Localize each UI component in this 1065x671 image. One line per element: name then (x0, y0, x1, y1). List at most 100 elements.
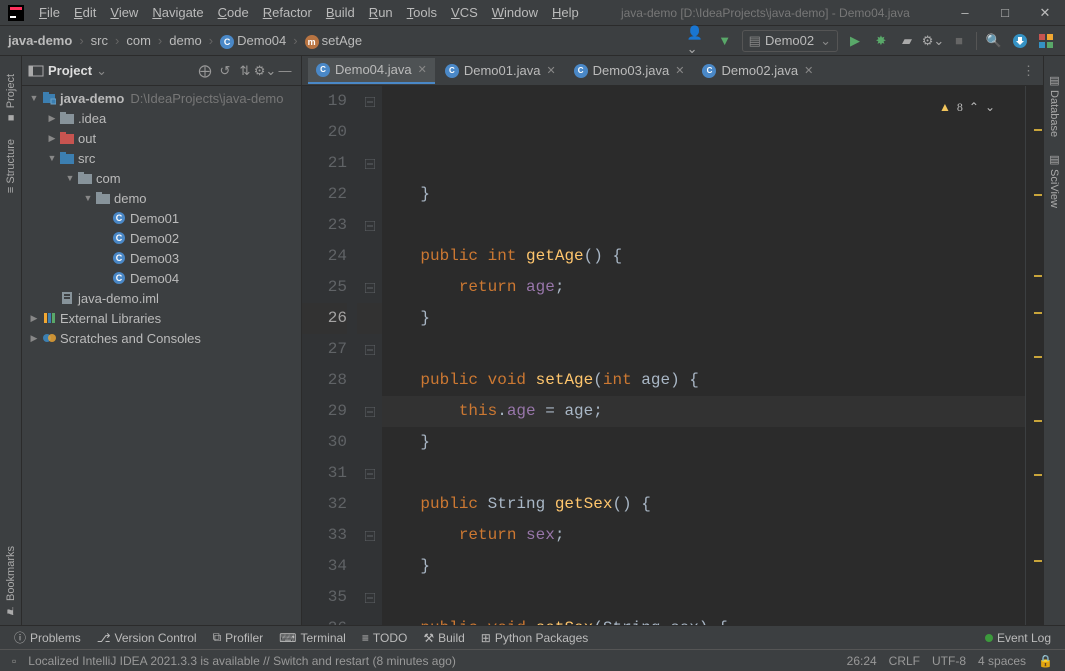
tree-file[interactable]: CDemo02 (22, 228, 301, 248)
editor-tab[interactable]: CDemo02.java✕ (694, 58, 821, 84)
tabs-more-icon[interactable]: ⋮ (1014, 63, 1043, 79)
code-area[interactable]: 192021222324252627282930313233343536 ▲ 8… (302, 86, 1043, 625)
tool-tab-project[interactable]: ■ Project (3, 66, 19, 131)
bottom-build[interactable]: ⚒Build (415, 631, 472, 645)
fold-handle[interactable] (357, 334, 382, 365)
maximize-button[interactable]: □ (985, 0, 1025, 26)
tree-root[interactable]: ▼ java-demo D:\IdeaProjects\java-demo (22, 88, 301, 108)
breadcrumb-part[interactable]: msetAge (303, 33, 364, 49)
bottom-problems[interactable]: ⓘProblems (6, 629, 89, 646)
menu-file[interactable]: File (32, 5, 67, 20)
add-user-icon[interactable]: 👤⌄ (687, 29, 711, 53)
close-tab-icon[interactable]: ✕ (804, 64, 813, 77)
expand-all-icon[interactable]: ↺ (215, 61, 235, 81)
tree-file[interactable]: CDemo04 (22, 268, 301, 288)
prev-highlight-icon[interactable]: ⌃ (969, 92, 979, 123)
file-encoding[interactable]: UTF-8 (926, 654, 972, 668)
locate-icon[interactable]: ⨁ (195, 61, 215, 81)
menu-edit[interactable]: Edit (67, 5, 103, 20)
ide-settings-button[interactable] (1034, 29, 1058, 53)
hide-panel-icon[interactable]: — (275, 61, 295, 81)
tool-tab-sciview[interactable]: ▤ SciView (1046, 145, 1063, 216)
debug-button[interactable]: ✸ (869, 29, 893, 53)
breadcrumb-part[interactable]: demo (167, 33, 204, 48)
tool-tab-bookmarks[interactable]: ⚑ Bookmarks (2, 538, 19, 625)
close-button[interactable]: ✕ (1025, 0, 1065, 26)
menu-navigate[interactable]: Navigate (145, 5, 210, 20)
tool-tab-database[interactable]: ▤ Database (1046, 66, 1063, 145)
menu-code[interactable]: Code (211, 5, 256, 20)
indent-setting[interactable]: 4 spaces (972, 654, 1032, 668)
breadcrumb[interactable]: java-demo›src›com›demo›CDemo04›msetAge (6, 33, 364, 49)
event-log-button[interactable]: Event Log (977, 631, 1059, 645)
editor-tab[interactable]: CDemo03.java✕ (566, 58, 693, 84)
bottom-todo[interactable]: ≡TODO (354, 631, 415, 645)
breadcrumb-part[interactable]: com (124, 33, 153, 48)
editor-tab[interactable]: CDemo04.java✕ (308, 58, 435, 84)
notification-icon[interactable]: ▫ (6, 654, 22, 668)
fold-handle[interactable] (357, 396, 382, 427)
gutter-fold-marks[interactable] (357, 86, 382, 625)
close-tab-icon[interactable]: ✕ (675, 64, 684, 77)
stop-button[interactable]: ■ (947, 29, 971, 53)
tree-scratches[interactable]: ▶Scratches and Consoles (22, 328, 301, 348)
profile-button[interactable]: ⚙⌄ (921, 29, 945, 53)
bottom-version-control[interactable]: ⎇Version Control (89, 631, 205, 645)
close-tab-icon[interactable]: ✕ (546, 64, 555, 77)
tree-iml[interactable]: ▶java-demo.iml (22, 288, 301, 308)
tree-demo[interactable]: ▼demo (22, 188, 301, 208)
editor-tab[interactable]: CDemo01.java✕ (437, 58, 564, 84)
build-hammer-icon[interactable]: ▼ (713, 29, 737, 53)
project-tree[interactable]: ▼ java-demo D:\IdeaProjects\java-demo ▶.… (22, 86, 301, 625)
caret-position[interactable]: 26:24 (841, 654, 883, 668)
tree-file[interactable]: CDemo03 (22, 248, 301, 268)
menu-window[interactable]: Window (485, 5, 545, 20)
update-button[interactable] (1008, 29, 1032, 53)
bottom-terminal[interactable]: ⌨Terminal (271, 631, 354, 645)
menu-refactor[interactable]: Refactor (256, 5, 319, 20)
tree-file[interactable]: CDemo01 (22, 208, 301, 228)
settings-gear-icon[interactable]: ⚙⌄ (255, 61, 275, 81)
fold-handle[interactable] (357, 272, 382, 303)
menu-tools[interactable]: Tools (400, 5, 444, 20)
fold-handle[interactable] (357, 148, 382, 179)
collapse-all-icon[interactable]: ⇅ (235, 61, 255, 81)
module-icon (42, 91, 56, 105)
menu-vcs[interactable]: VCS (444, 5, 485, 20)
menu-build[interactable]: Build (319, 5, 362, 20)
bottom-profiler[interactable]: ⧉Profiler (205, 630, 272, 645)
run-button[interactable]: ▶ (843, 29, 867, 53)
tool-tab-structure[interactable]: ≡ Structure (3, 131, 19, 201)
breadcrumb-part[interactable]: src (89, 33, 110, 48)
next-highlight-icon[interactable]: ⌄ (985, 92, 995, 123)
fold-handle[interactable] (357, 458, 382, 489)
breadcrumb-part[interactable]: CDemo04 (218, 33, 288, 49)
tree-com[interactable]: ▼com (22, 168, 301, 188)
tree-idea[interactable]: ▶.idea (22, 108, 301, 128)
fold-handle[interactable] (357, 582, 382, 613)
project-label: Project (48, 63, 92, 78)
tree-out[interactable]: ▶out (22, 128, 301, 148)
breadcrumb-part[interactable]: java-demo (6, 33, 74, 48)
inspection-overlay[interactable]: ▲ 8 ⌃ ⌄ (939, 92, 995, 123)
close-tab-icon[interactable]: ✕ (418, 63, 427, 76)
line-separator[interactable]: CRLF (883, 654, 926, 668)
bottom-python-packages[interactable]: ⊞Python Packages (473, 631, 596, 645)
readonly-lock-icon[interactable]: 🔒 (1032, 654, 1059, 668)
project-view-chevron[interactable]: ⌄ (96, 63, 107, 79)
fold-handle[interactable] (357, 520, 382, 551)
menu-run[interactable]: Run (362, 5, 400, 20)
menu-help[interactable]: Help (545, 5, 586, 20)
fold-handle[interactable] (357, 210, 382, 241)
search-button[interactable]: 🔍 (982, 29, 1006, 53)
tree-ext[interactable]: ▶External Libraries (22, 308, 301, 328)
menu-view[interactable]: View (103, 5, 145, 20)
source-folder-icon (60, 152, 74, 164)
error-stripe[interactable] (1025, 86, 1043, 625)
tree-src[interactable]: ▼src (22, 148, 301, 168)
run-config-selector[interactable]: ▤ Demo02 ⌄ (742, 30, 838, 52)
minimize-button[interactable]: – (945, 0, 985, 26)
coverage-button[interactable]: ▰ (895, 29, 919, 53)
code-text[interactable]: ▲ 8 ⌃ ⌄ } public int getAge() { return a… (382, 86, 1025, 625)
fold-handle[interactable] (357, 86, 382, 117)
